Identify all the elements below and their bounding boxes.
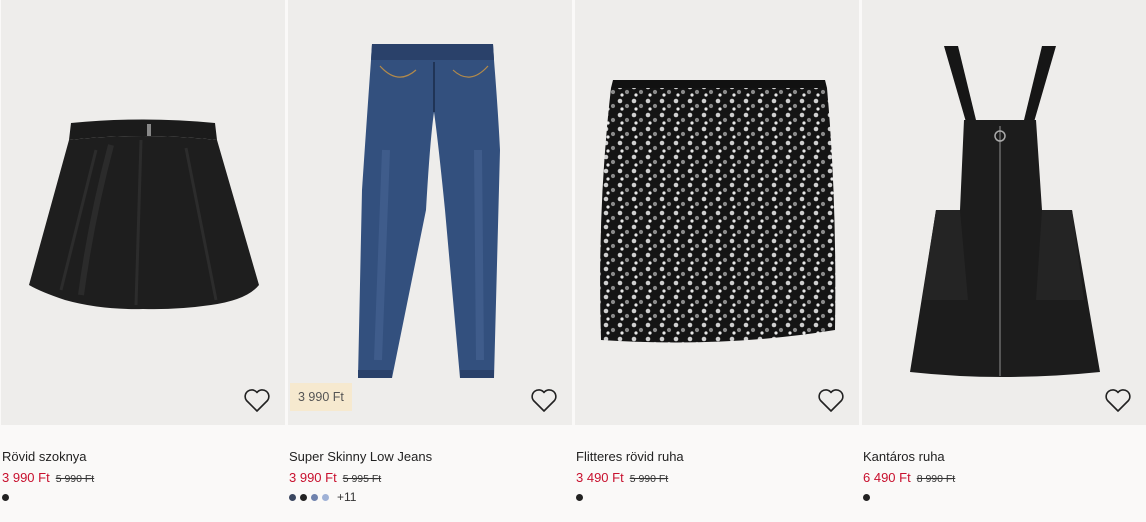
original-price: 5 995 Ft bbox=[342, 473, 382, 485]
color-swatches bbox=[863, 492, 874, 502]
product-name[interactable]: Super Skinny Low Jeans bbox=[289, 449, 432, 464]
color-swatches bbox=[2, 492, 13, 502]
color-swatch[interactable] bbox=[2, 493, 9, 501]
price-row: 6 490 Ft 8 990 Ft bbox=[863, 469, 955, 487]
product-card: Flitteres rövid ruha 3 490 Ft 5 990 Ft bbox=[575, 0, 859, 522]
favorite-heart-icon[interactable] bbox=[243, 387, 271, 413]
color-swatch[interactable] bbox=[300, 493, 307, 501]
sale-price: 3 490 Ft bbox=[576, 470, 624, 485]
product-name[interactable]: Flitteres rövid ruha bbox=[576, 449, 684, 464]
price-row: 3 990 Ft 5 995 Ft bbox=[289, 469, 381, 487]
favorite-heart-icon[interactable] bbox=[1104, 387, 1132, 413]
color-swatch[interactable] bbox=[576, 493, 583, 501]
original-price: 5 990 Ft bbox=[55, 473, 95, 485]
color-swatch[interactable] bbox=[863, 493, 870, 501]
pinafore-dress-image bbox=[910, 46, 1100, 377]
product-card: Kantáros ruha 6 490 Ft 8 990 Ft bbox=[862, 0, 1146, 522]
favorite-heart-icon[interactable] bbox=[530, 387, 558, 413]
skirt-image bbox=[29, 119, 259, 310]
price-tag: 3 990 Ft bbox=[290, 383, 352, 411]
product-name[interactable]: Kantáros ruha bbox=[863, 449, 945, 464]
color-swatch[interactable] bbox=[311, 493, 318, 501]
jeans-image bbox=[358, 44, 500, 378]
product-card: 3 990 Ft Super Skinny Low Jeans 3 990 Ft… bbox=[288, 0, 572, 522]
price-row: 3 990 Ft 5 990 Ft bbox=[2, 469, 94, 487]
price-row: 3 490 Ft 5 990 Ft bbox=[576, 469, 668, 487]
sale-price: 3 990 Ft bbox=[289, 470, 337, 485]
color-swatch[interactable] bbox=[322, 493, 329, 501]
product-image-pinafore-dress[interactable] bbox=[862, 0, 1146, 425]
color-swatches bbox=[576, 492, 587, 502]
color-swatch[interactable] bbox=[289, 493, 296, 501]
color-swatches: +11 bbox=[289, 491, 356, 503]
product-grid: Rövid szoknya 3 990 Ft 5 990 Ft 3 990 Ft bbox=[0, 0, 1146, 522]
product-card: Rövid szoknya 3 990 Ft 5 990 Ft bbox=[1, 0, 285, 522]
product-name[interactable]: Rövid szoknya bbox=[2, 449, 87, 464]
original-price: 5 990 Ft bbox=[629, 473, 669, 485]
product-image-skirt[interactable] bbox=[1, 0, 285, 425]
original-price: 8 990 Ft bbox=[916, 473, 956, 485]
more-colors-count[interactable]: +11 bbox=[337, 491, 356, 503]
product-image-sequin-skirt[interactable] bbox=[575, 0, 859, 425]
sale-price: 3 990 Ft bbox=[2, 470, 50, 485]
product-image-jeans[interactable]: 3 990 Ft bbox=[288, 0, 572, 425]
sale-price: 6 490 Ft bbox=[863, 470, 911, 485]
sequin-skirt-image bbox=[600, 80, 836, 343]
favorite-heart-icon[interactable] bbox=[817, 387, 845, 413]
